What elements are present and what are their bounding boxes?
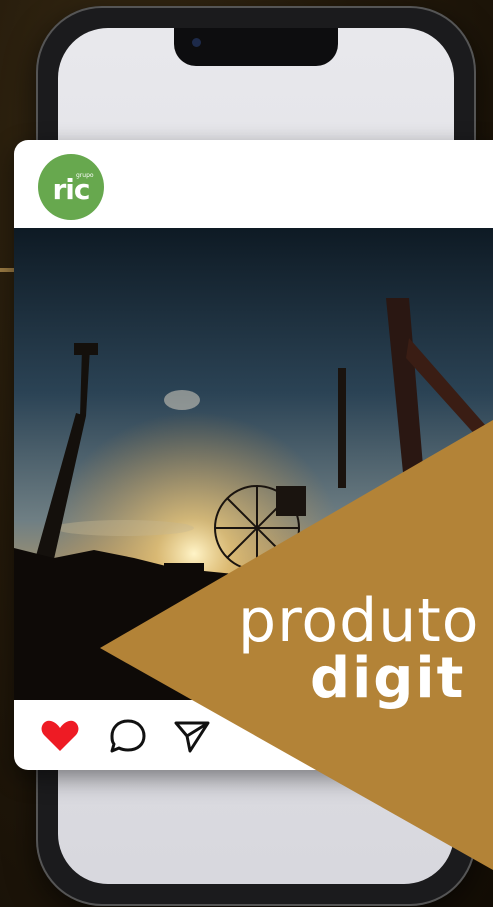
comment-icon[interactable] [108, 718, 148, 754]
promo-headline-line2: digit [310, 646, 466, 711]
share-icon[interactable] [172, 718, 212, 754]
camera-icon [192, 38, 201, 47]
phone-notch [174, 28, 338, 66]
avatar[interactable]: grupo ric [38, 154, 104, 220]
heart-icon[interactable] [40, 718, 80, 754]
post-header: grupo ric [14, 140, 493, 228]
avatar-small-text: grupo [76, 172, 94, 179]
